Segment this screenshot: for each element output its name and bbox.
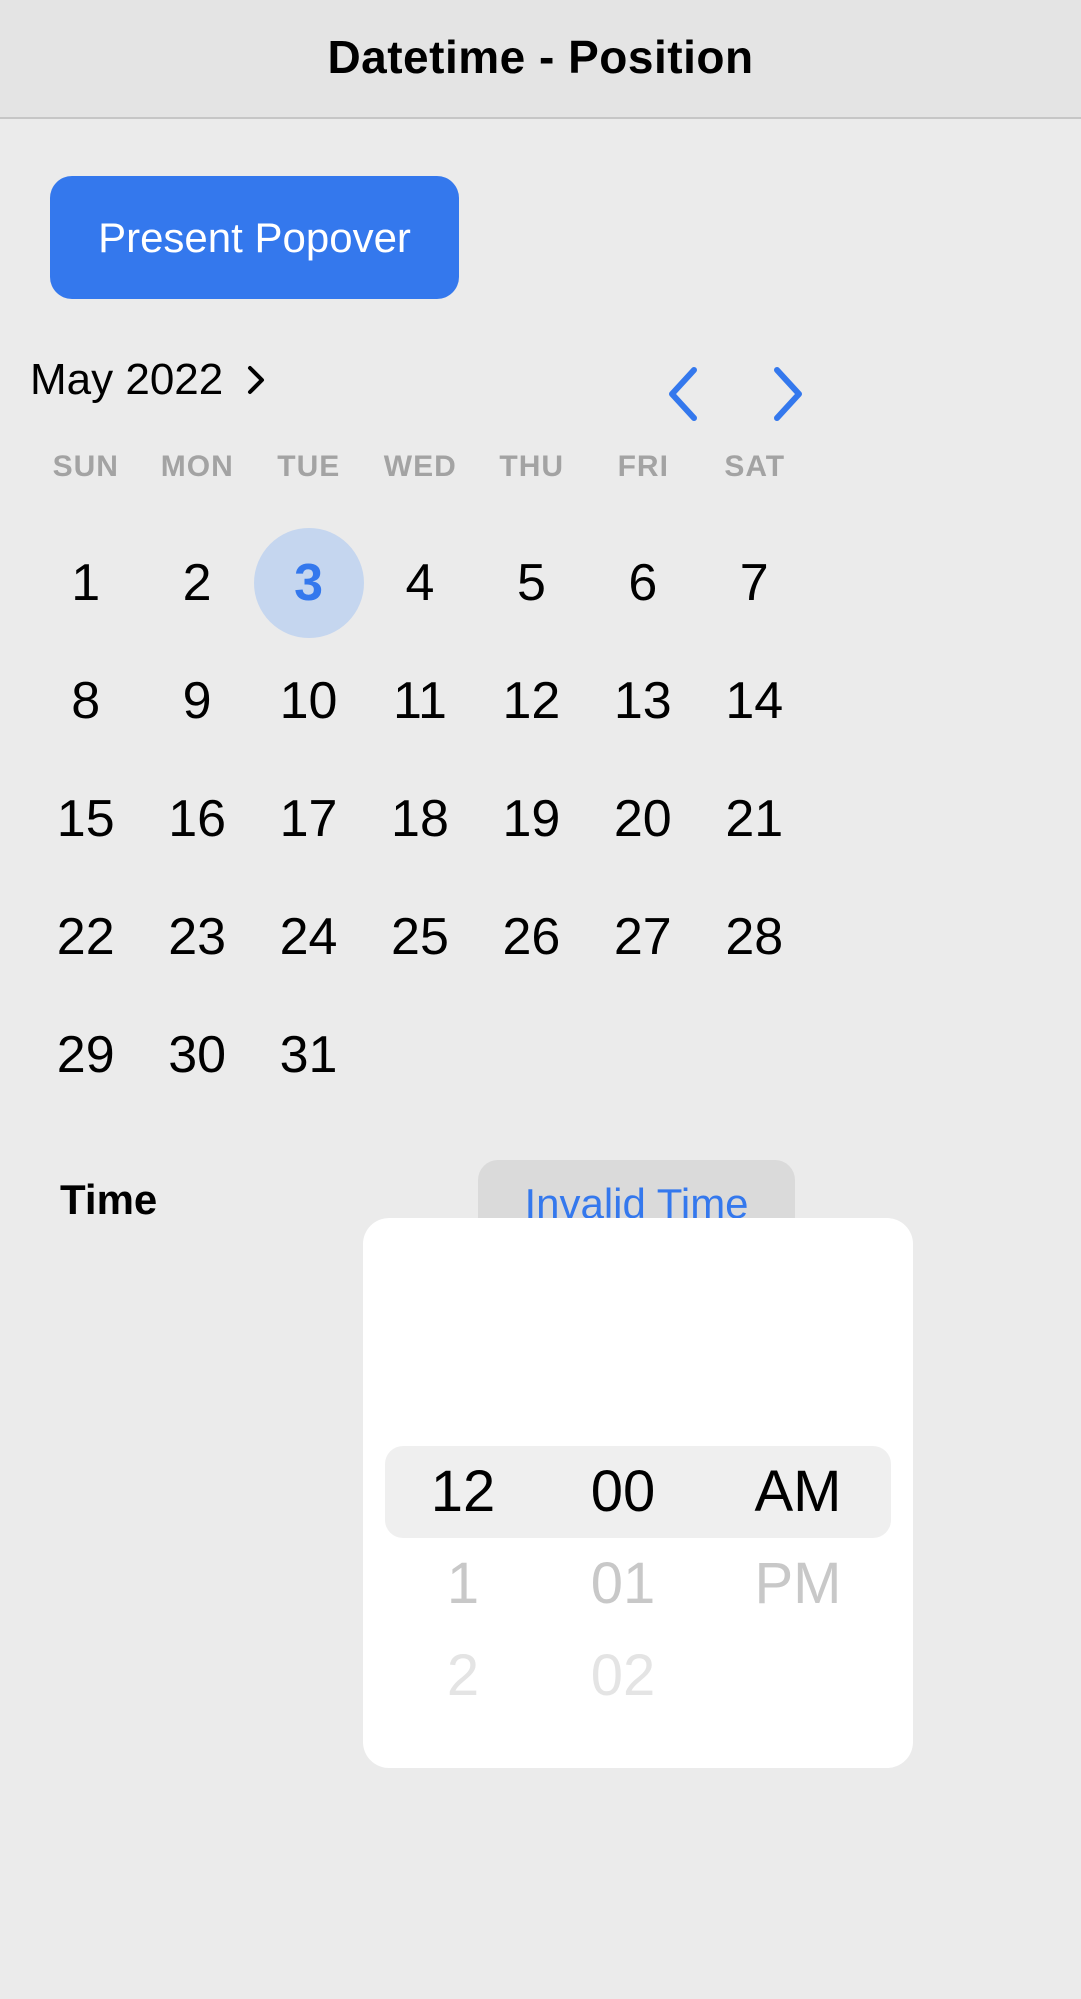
calendar-day[interactable]: 6 xyxy=(587,524,698,642)
calendar-day[interactable]: 11 xyxy=(364,642,475,760)
weekday-label: FRI xyxy=(617,450,669,483)
calendar-day[interactable]: 12 xyxy=(476,642,587,760)
calendar-day[interactable]: 4 xyxy=(364,524,475,642)
weekday-label: SUN xyxy=(52,450,119,483)
calendar-day[interactable]: 20 xyxy=(587,760,698,878)
hour-option[interactable]: 2 xyxy=(383,1630,543,1722)
calendar-day[interactable]: 17 xyxy=(253,760,364,878)
month-year-label: May 2022 xyxy=(30,355,224,404)
time-picker-popover: 12 1 2 00 01 02 AM PM xyxy=(363,1218,913,1768)
next-month-icon[interactable] xyxy=(767,366,807,422)
calendar-day[interactable]: 21 xyxy=(699,760,810,878)
weekday-label: SAT xyxy=(724,450,786,483)
calendar-week: 1 2 3 4 5 6 7 xyxy=(30,524,810,642)
calendar-day-empty xyxy=(476,996,587,1114)
calendar-day[interactable]: 19 xyxy=(476,760,587,878)
calendar-day[interactable]: 1 xyxy=(30,524,141,642)
calendar-day[interactable]: 28 xyxy=(699,878,810,996)
calendar-day[interactable]: 18 xyxy=(364,760,475,878)
calendar-day[interactable]: 31 xyxy=(253,996,364,1114)
toolbar: Datetime - Position xyxy=(0,0,1081,119)
calendar-day[interactable]: 15 xyxy=(30,760,141,878)
calendar-day-empty xyxy=(587,996,698,1114)
calendar-day[interactable]: 7 xyxy=(699,524,810,642)
chevron-right-icon xyxy=(248,366,265,394)
minute-option[interactable]: 02 xyxy=(543,1630,703,1722)
calendar-day[interactable]: 27 xyxy=(587,878,698,996)
calendar-day[interactable]: 29 xyxy=(30,996,141,1114)
calendar-week: 8 9 10 11 12 13 14 xyxy=(30,642,810,760)
hour-option-selected[interactable]: 12 xyxy=(383,1446,543,1538)
minute-option[interactable]: 01 xyxy=(543,1538,703,1630)
calendar-day-empty xyxy=(364,996,475,1114)
present-popover-button[interactable]: Present Popover xyxy=(50,176,459,299)
weekday-header: SUN MON TUE WED THU FRI SAT xyxy=(30,450,811,484)
calendar-day[interactable]: 25 xyxy=(364,878,475,996)
calendar-day-empty xyxy=(699,996,810,1114)
calendar-week: 29 30 31 xyxy=(30,996,810,1114)
period-option-selected[interactable]: AM xyxy=(718,1446,878,1538)
calendar-day[interactable]: 10 xyxy=(253,642,364,760)
calendar-day[interactable]: 30 xyxy=(141,996,252,1114)
calendar-week: 15 16 17 18 19 20 21 xyxy=(30,760,810,878)
calendar-day[interactable]: 5 xyxy=(476,524,587,642)
page-title: Datetime - Position xyxy=(327,31,754,83)
calendar-day[interactable]: 2 xyxy=(141,524,252,642)
weekday-label: THU xyxy=(499,450,565,483)
calendar-day-selected[interactable]: 3 xyxy=(253,524,364,642)
calendar-day[interactable]: 26 xyxy=(476,878,587,996)
time-label: Time xyxy=(60,1176,158,1223)
calendar-day[interactable]: 8 xyxy=(30,642,141,760)
month-year-button[interactable]: May 2022 xyxy=(30,350,269,410)
calendar-grid: 1 2 3 4 5 6 7 8 9 10 11 12 13 14 15 16 1… xyxy=(30,524,810,1114)
calendar-day[interactable]: 9 xyxy=(141,642,252,760)
weekday-label: TUE xyxy=(277,450,341,483)
calendar-day[interactable]: 22 xyxy=(30,878,141,996)
minute-option-selected[interactable]: 00 xyxy=(543,1446,703,1538)
calendar-day[interactable]: 24 xyxy=(253,878,364,996)
period-option[interactable]: PM xyxy=(718,1538,878,1630)
weekday-label: MON xyxy=(160,450,234,483)
calendar-day[interactable]: 23 xyxy=(141,878,252,996)
calendar-day[interactable]: 14 xyxy=(699,642,810,760)
calendar-day[interactable]: 16 xyxy=(141,760,252,878)
selected-day-number: 3 xyxy=(294,554,324,612)
calendar-day[interactable]: 13 xyxy=(587,642,698,760)
previous-month-icon[interactable] xyxy=(664,366,704,422)
hour-option[interactable]: 1 xyxy=(383,1538,543,1630)
calendar-week: 22 23 24 25 26 27 28 xyxy=(30,878,810,996)
weekday-label: WED xyxy=(383,450,457,483)
